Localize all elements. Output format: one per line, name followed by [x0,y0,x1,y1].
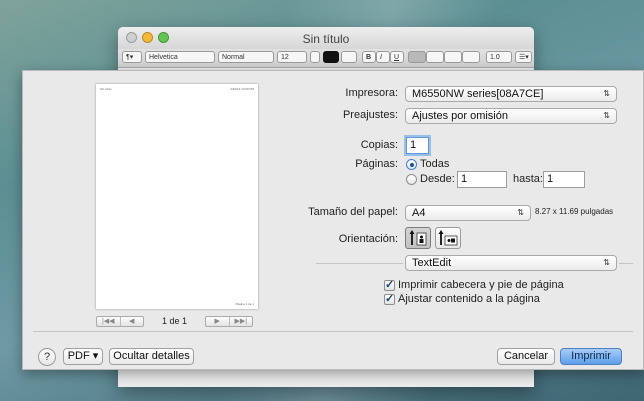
presets-label: Preajustes: [342,109,398,121]
align-right-button[interactable] [444,51,462,63]
pages-to-label: hasta: [513,173,543,185]
window-titlebar: Sin título [118,27,534,49]
list-style-popup[interactable]: ☰▾ [515,51,532,63]
print-button[interactable]: Imprimir [560,348,622,365]
paper-size-value: A4 [412,207,426,219]
bold-button[interactable]: B [362,51,376,63]
orientation-label: Orientación: [338,233,398,245]
text-color-well[interactable] [323,51,339,63]
hide-details-button[interactable]: Ocultar detalles [109,348,194,365]
print-preview-page: Sin título 2/10/14 12:00 PM Página 1 de … [96,84,258,309]
preview-footer: Página 1 de 1 [235,302,254,306]
printer-popup[interactable]: M6550NW series[08A7CE] ⇅ [405,86,617,102]
line-spacing-popup[interactable]: 1.0 [486,51,512,63]
pages-from-label: Desde: [420,173,455,185]
pages-all-label: Todas [420,158,450,170]
section-popup[interactable]: TextEdit ⇅ [405,255,617,271]
popup-arrows-icon: ⇅ [603,89,610,98]
pages-all-radio[interactable] [406,159,417,170]
last-page-button[interactable]: ▶▶| [230,317,253,326]
pages-label: Páginas: [355,158,398,170]
previous-page-button[interactable]: ◀ [121,317,144,326]
next-page-button[interactable]: ▶ [206,317,230,326]
fit-content-label: Ajustar contenido a la página [398,293,540,305]
landscape-orientation-icon [438,230,458,246]
landscape-orientation-button[interactable] [435,227,461,249]
footer-divider [33,331,633,332]
cancel-button[interactable]: Cancelar [497,348,555,365]
printer-value: M6550NW series[08A7CE] [412,88,544,100]
paragraph-styles-button[interactable]: ¶▾ [122,51,142,63]
paper-size-popup[interactable]: A4 ⇅ [405,205,531,221]
pages-to-field[interactable]: 1 [543,171,585,188]
section-divider-right [619,263,633,264]
paper-size-label: Tamaño del papel: [308,206,398,218]
pdf-menu-button[interactable]: PDF ▾ [63,348,103,365]
section-popup-value: TextEdit [412,257,452,269]
printer-label: Impresora: [345,87,398,99]
help-button[interactable]: ? [38,348,56,366]
print-dialog-sheet: Sin título 2/10/14 12:00 PM Página 1 de … [22,70,644,370]
copies-label: Copias: [360,139,398,151]
preview-back-pager: |◀◀ ◀ [96,316,144,327]
copies-field[interactable]: 1 [406,137,429,154]
align-center-button[interactable] [426,51,444,63]
fit-content-checkbox[interactable]: ✓ [384,294,395,305]
pages-from-field[interactable]: 1 [457,171,507,188]
italic-button[interactable]: I [376,51,390,63]
window-title: Sin título [302,32,350,46]
preview-header-right: 2/10/14 12:00 PM [230,87,254,91]
preview-header-left: Sin título [100,87,112,91]
font-family-popup[interactable]: Helvetica [145,51,215,63]
page-count-label: 1 de 1 [162,316,188,326]
popup-arrows-icon: ⇅ [603,258,610,267]
first-page-button[interactable]: |◀◀ [97,317,121,326]
font-size-stepper[interactable] [310,51,320,63]
popup-arrows-icon: ⇅ [603,111,610,120]
format-toolbar: ¶▾ Helvetica Normal 12 B I U 1.0 ☰▾ [118,49,534,68]
underline-button[interactable]: U [390,51,404,63]
align-left-button[interactable] [408,51,426,63]
header-footer-label: Imprimir cabecera y pie de página [398,279,564,291]
font-size-field[interactable]: 12 [277,51,307,63]
portrait-orientation-button[interactable] [405,227,431,249]
font-style-popup[interactable]: Normal [218,51,274,63]
preview-forward-pager: ▶ ▶▶| [205,316,253,327]
presets-value: Ajustes por omisión [412,110,508,122]
presets-popup[interactable]: Ajustes por omisión ⇅ [405,108,617,124]
popup-arrows-icon: ⇅ [517,208,524,217]
highlight-color-well[interactable] [341,51,357,63]
header-footer-checkbox[interactable]: ✓ [384,280,395,291]
pages-range-radio[interactable] [406,174,417,185]
paper-dimensions: 8.27 x 11.69 pulgadas [535,207,614,216]
section-divider-left [316,263,403,264]
align-justify-button[interactable] [462,51,480,63]
portrait-orientation-icon [409,230,427,246]
